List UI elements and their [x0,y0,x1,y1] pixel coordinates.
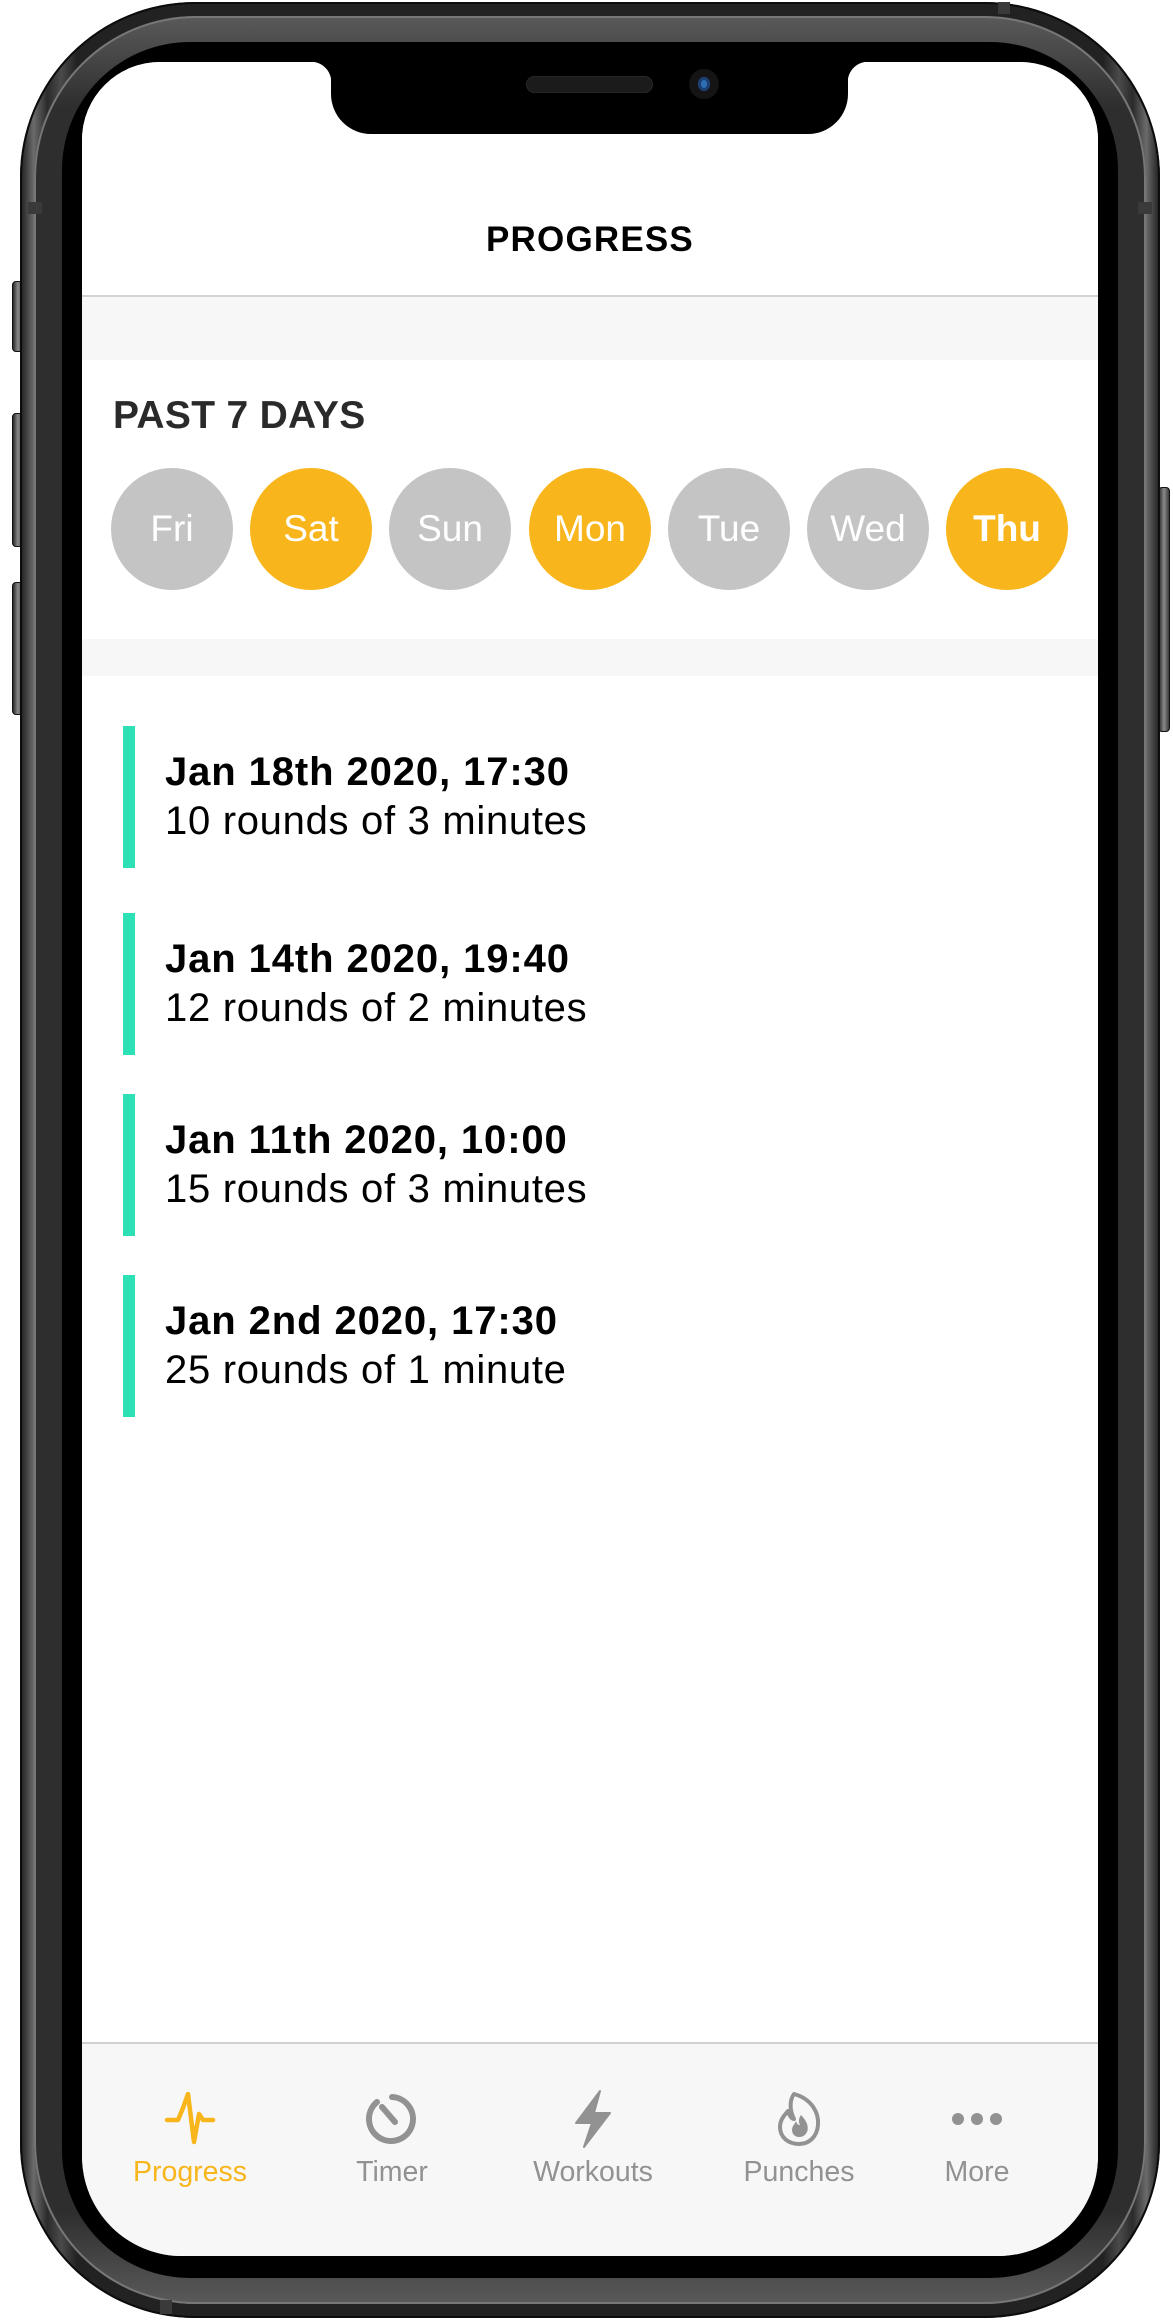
tab-timer[interactable]: Timer [302,2044,482,2214]
tab-label: Progress [132,2156,248,2188]
app-screen: PROGRESS PAST 7 DAYS Fri Sat Sun Mon Tue… [82,62,1098,2256]
session-list: Jan 18th 2020, 17:30 10 rounds of 3 minu… [82,676,1098,2042]
speaker-grille [526,76,653,93]
day-circle-thu[interactable]: Thu [946,468,1068,590]
flame-icon [769,2088,829,2150]
pulse-icon [160,2088,220,2150]
day-label: Sat [283,508,339,549]
antenna-band [998,2,1010,14]
session-summary: 15 rounds of 3 minutes [165,1167,588,1211]
tab-label: More [944,2156,1010,2188]
day-circle-sat[interactable]: Sat [250,468,372,590]
past-week-section: PAST 7 DAYS Fri Sat Sun Mon Tue Wed Thu [82,360,1098,639]
tab-workouts[interactable]: Workouts [503,2044,683,2214]
tab-progress[interactable]: Progress [100,2044,280,2214]
tab-label: Workouts [533,2156,653,2188]
section-spacer [82,297,1098,360]
timer-icon [362,2088,422,2150]
antenna-band [1138,202,1152,214]
lightning-bolt-icon [563,2088,623,2150]
page-title: PROGRESS [486,220,694,259]
day-label: Tue [697,508,761,549]
session-list-item[interactable]: Jan 18th 2020, 17:30 10 rounds of 3 minu… [123,726,1023,868]
session-summary: 25 rounds of 1 minute [165,1348,567,1392]
tab-label: Timer [356,2156,428,2188]
session-date: Jan 14th 2020, 19:40 [165,937,570,981]
session-date: Jan 18th 2020, 17:30 [165,750,570,794]
session-accent-bar [123,726,135,868]
day-label: Wed [830,508,906,549]
day-circle-tue[interactable]: Tue [668,468,790,590]
day-label: Thu [973,508,1041,549]
session-summary: 12 rounds of 2 minutes [165,986,588,1030]
tab-more[interactable]: More [887,2044,1067,2214]
session-list-item[interactable]: Jan 14th 2020, 19:40 12 rounds of 2 minu… [123,913,1023,1055]
day-circle-wed[interactable]: Wed [807,468,929,590]
antenna-band [28,202,42,214]
section-spacer [82,639,1098,676]
day-label: Mon [554,508,626,549]
notch [311,62,868,134]
session-accent-bar [123,1094,135,1236]
more-dots-icon [947,2088,1007,2150]
tab-bar: Progress Timer Workouts Punches More [82,2042,1098,2256]
session-list-item[interactable]: Jan 2nd 2020, 17:30 25 rounds of 1 minut… [123,1275,1023,1417]
tab-label: Punches [743,2156,855,2188]
tab-punches[interactable]: Punches [709,2044,889,2214]
day-circle-fri[interactable]: Fri [111,468,233,590]
session-accent-bar [123,913,135,1055]
front-camera [689,69,719,99]
session-summary: 10 rounds of 3 minutes [165,799,588,843]
day-circle-sun[interactable]: Sun [389,468,511,590]
day-label: Sun [417,508,483,549]
session-list-item[interactable]: Jan 11th 2020, 10:00 15 rounds of 3 minu… [123,1094,1023,1236]
antenna-band [160,2300,172,2314]
section-title: PAST 7 DAYS [113,394,366,437]
session-accent-bar [123,1275,135,1417]
day-label: Fri [150,508,194,549]
session-date: Jan 2nd 2020, 17:30 [165,1299,558,1343]
session-date: Jan 11th 2020, 10:00 [165,1118,568,1162]
day-circle-mon[interactable]: Mon [529,468,651,590]
